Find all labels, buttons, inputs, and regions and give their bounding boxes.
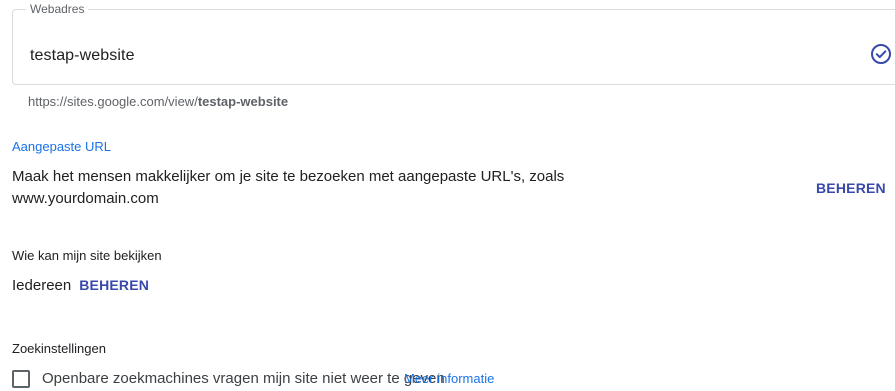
web-address-input[interactable]: testap-website [30,46,135,66]
site-url-prefix: https://sites.google.com/view/ [28,94,198,109]
web-address-field[interactable]: Webadres testap-website [12,2,895,85]
web-address-label: Webadres [26,2,89,16]
check-circle-icon [871,44,891,64]
search-settings-title: Zoekinstellingen [12,341,106,356]
custom-url-description: Maak het mensen makkelijker om je site t… [12,168,565,207]
search-engine-checkbox-label[interactable]: Openbare zoekmachines vragen mijn site n… [42,370,445,388]
site-url-slug: testap-website [197,94,289,109]
visibility-manage-button[interactable]: BEHEREN [79,277,149,293]
visibility-title: Wie kan mijn site bekijken [12,248,162,263]
site-url-helper: https://sites.google.com/view/testap-web… [28,94,288,110]
visibility-row: Iedereen BEHEREN [12,275,149,296]
search-engine-checkbox[interactable] [12,370,30,388]
custom-url-manage-button[interactable]: BEHEREN [816,179,886,197]
visibility-value: Iedereen [12,277,72,294]
custom-url-title: Aangepaste URL [12,139,112,154]
